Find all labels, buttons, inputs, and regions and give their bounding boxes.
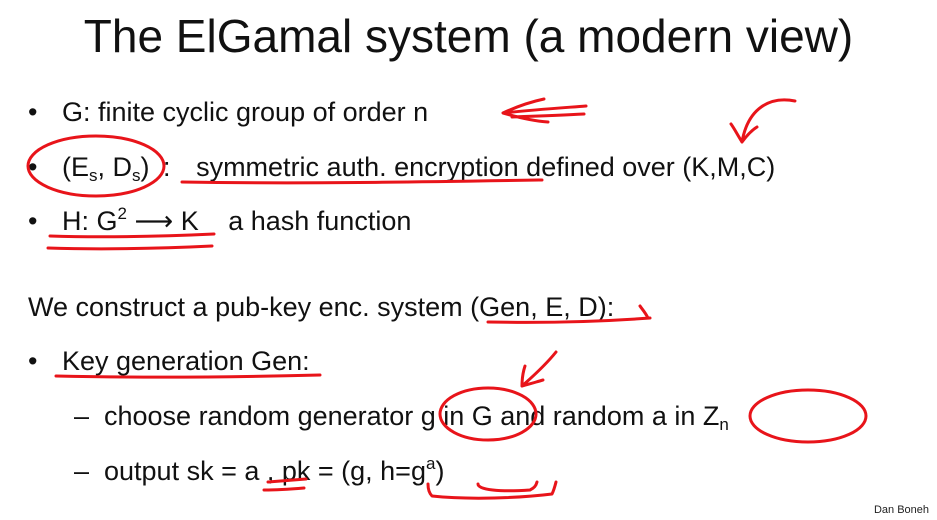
- ink-annotations: [26, 97, 868, 500]
- ink-bracket-h: [476, 480, 539, 493]
- keygen-output: output sk = a , pk = (g, h=ga): [104, 454, 445, 486]
- ink-underline-hash-2: [46, 244, 214, 251]
- ink-bracket-pk: [426, 480, 558, 500]
- cipher-colon: :: [163, 152, 171, 182]
- keygen-colon: :: [302, 346, 310, 376]
- keygen-label: Key generation Gen: [62, 346, 303, 376]
- keygen-choose: choose random generator g in G and rando…: [104, 401, 729, 434]
- keygen-heading: Key generation Gen:: [62, 344, 310, 378]
- construct-line: We construct a pub-key enc. system (Gen,…: [28, 292, 615, 322]
- bullet-marker: •: [28, 346, 38, 376]
- cipher-pair: (Es, Ds): [62, 152, 150, 185]
- slide-title: The ElGamal system (a modern view): [83, 10, 854, 62]
- ink-circle-exponent: [748, 388, 868, 444]
- bullet-marker: •: [28, 97, 38, 127]
- slide: The ElGamal system (a modern view) • G: …: [0, 0, 937, 520]
- bullet-hash: H: G2 ⟶ K a hash function: [62, 204, 411, 238]
- ink-arrow-kmc: [729, 98, 797, 144]
- cipher-desc: symmetric auth. encryption defined over …: [196, 152, 776, 182]
- ink-arrow-order: [501, 97, 588, 124]
- author-credit: Dan Boneh: [873, 504, 929, 516]
- sub-bullet-dash: –: [74, 401, 90, 431]
- bullet-group: G: finite cyclic group of order n: [62, 97, 429, 127]
- hash-desc: a hash function: [228, 206, 412, 236]
- ink-arrow-generator: [520, 350, 558, 388]
- bullet-marker: •: [28, 206, 38, 236]
- sub-bullet-dash: –: [74, 456, 90, 486]
- hash-signature: H: G2 ⟶ K: [62, 204, 199, 236]
- bullet-cipher: (Es, Ds) : symmetric auth. encryption de…: [62, 150, 775, 184]
- bullet-marker: •: [28, 152, 38, 182]
